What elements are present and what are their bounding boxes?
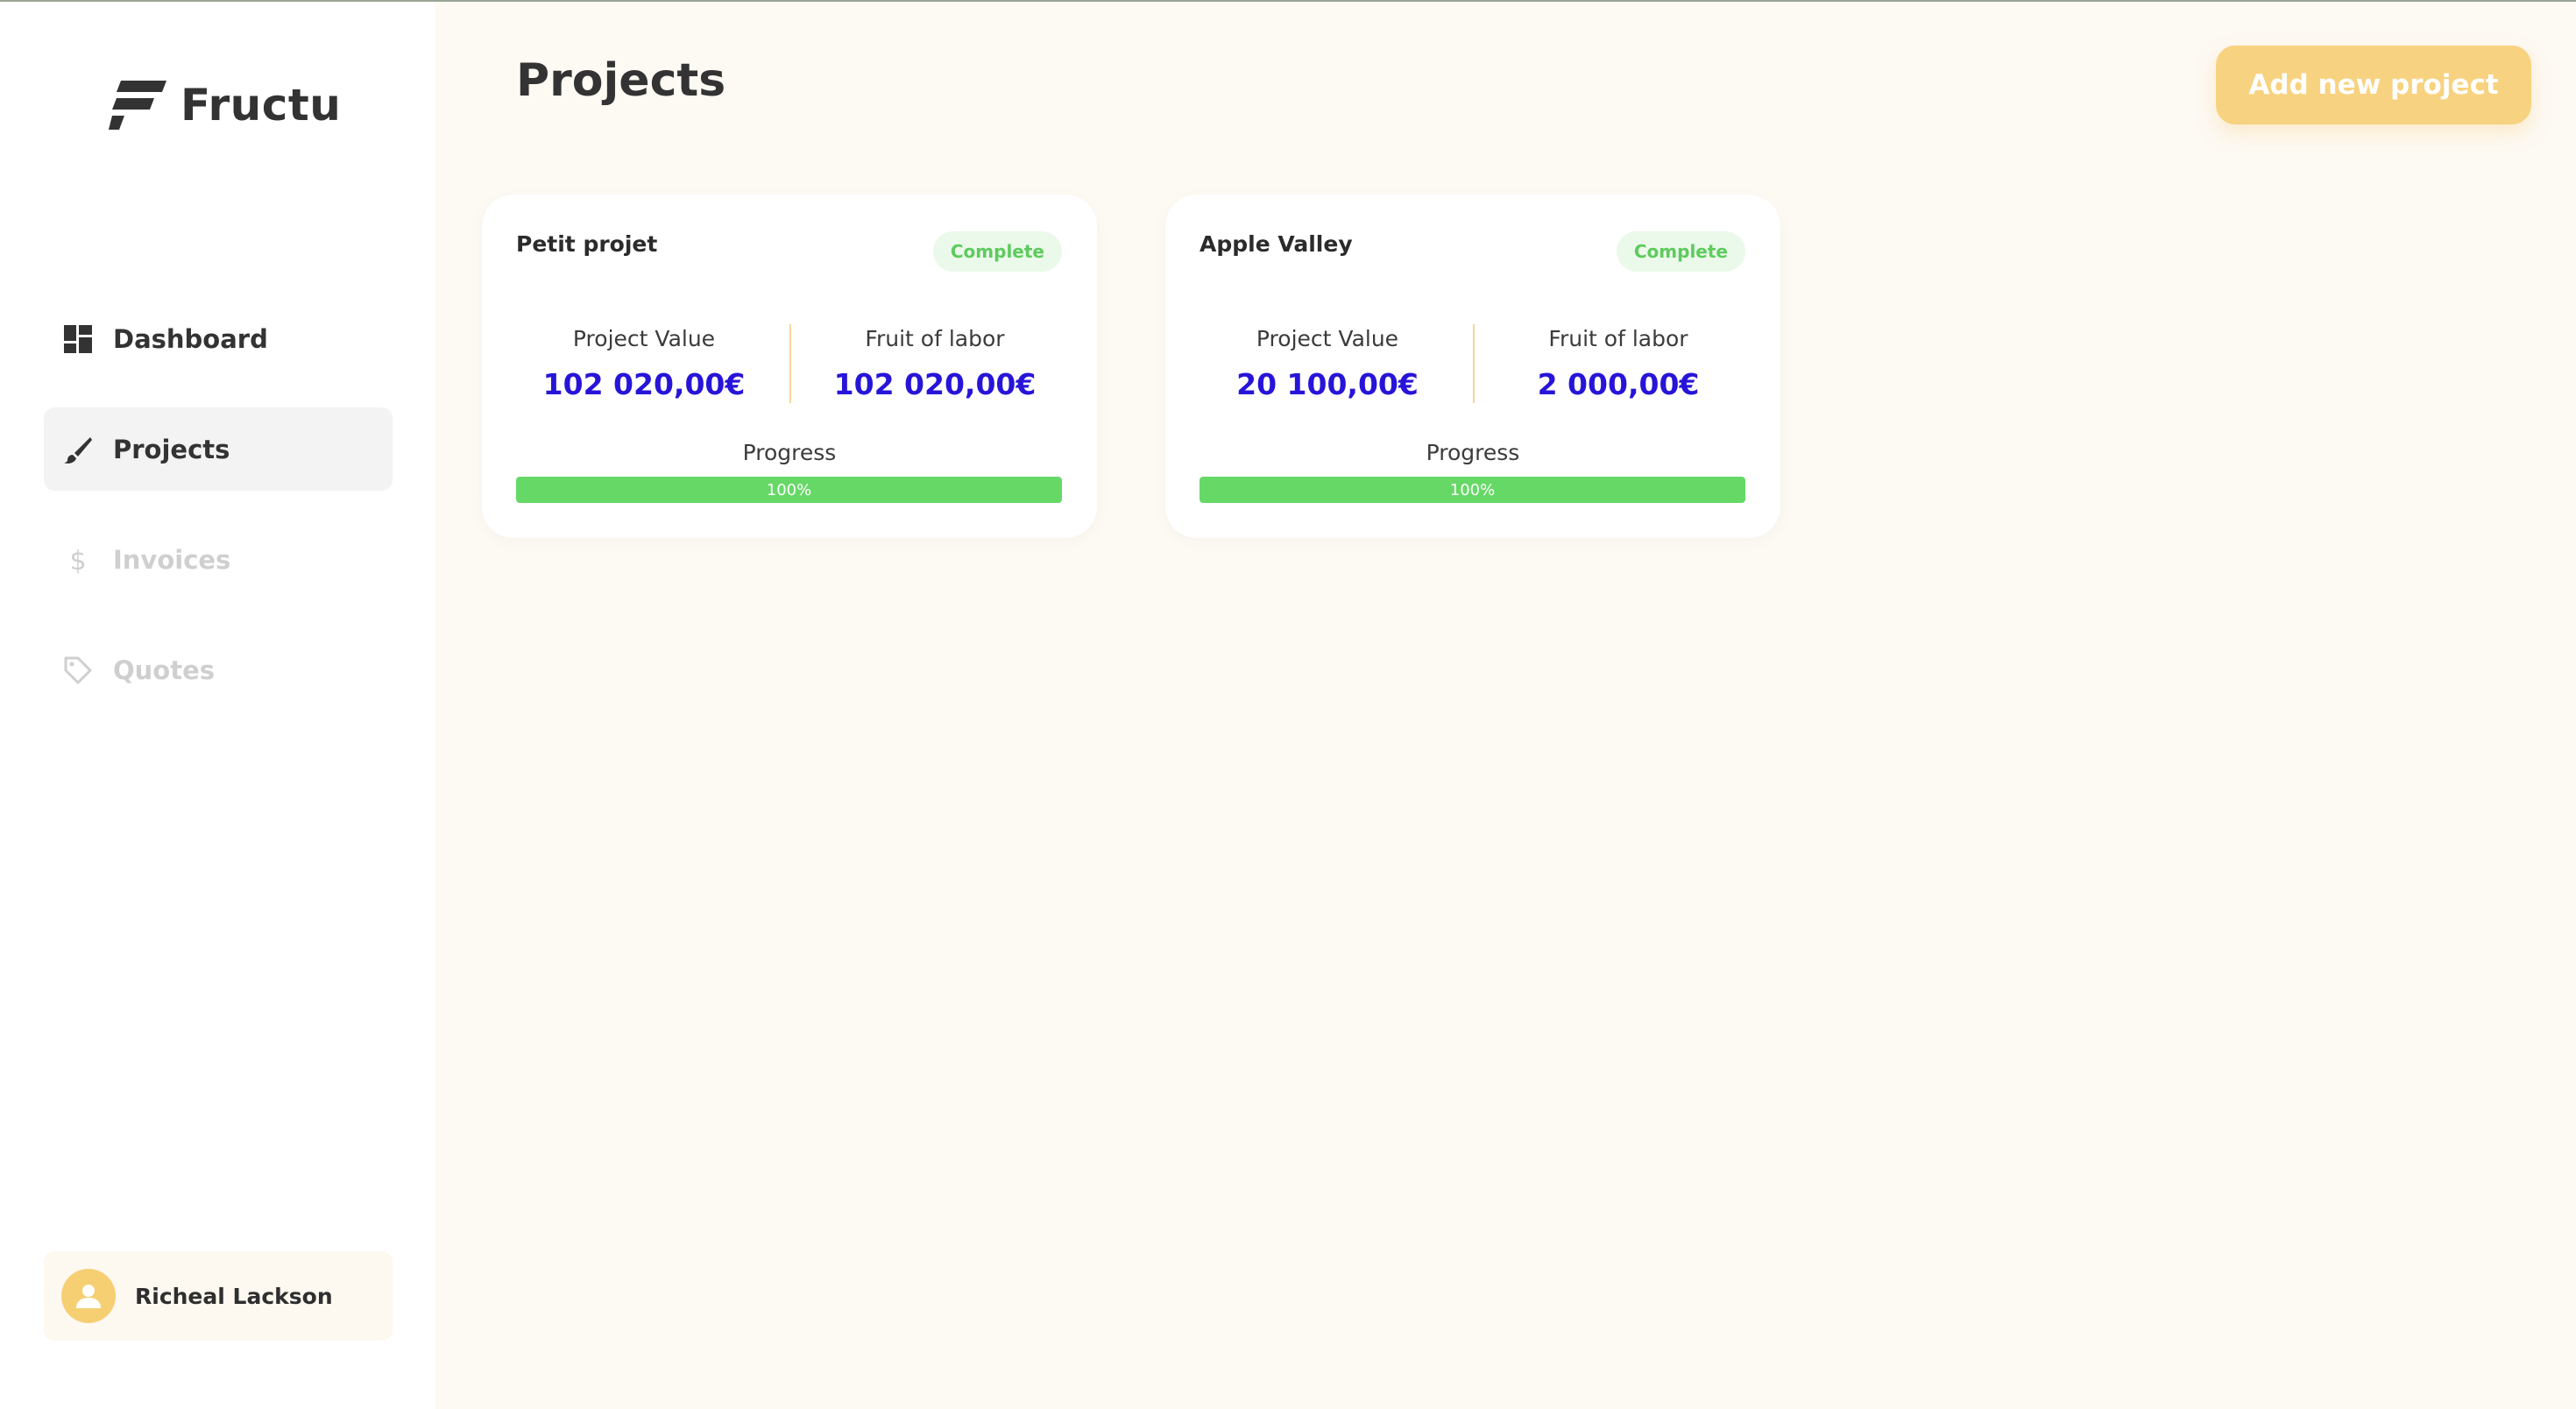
nav-item-invoices[interactable]: $ Invoices — [44, 518, 393, 601]
project-value-metric: Project Value 102 020,00€ — [499, 326, 789, 401]
fruit-of-labor-value: 2 000,00€ — [1537, 367, 1700, 401]
fruit-of-labor-label: Fruit of labor — [1548, 326, 1688, 351]
dollar-icon: $ — [63, 545, 93, 575]
fruit-of-labor-metric: Fruit of labor 2 000,00€ — [1474, 326, 1763, 401]
nav-label-invoices: Invoices — [113, 544, 231, 575]
project-card[interactable]: Apple Valley Complete Project Value 20 1… — [1165, 195, 1780, 538]
project-card[interactable]: Petit projet Complete Project Value 102 … — [482, 195, 1097, 538]
tag-icon — [63, 655, 93, 685]
nav-item-dashboard[interactable]: Dashboard — [44, 297, 393, 380]
progress-label: Progress — [742, 440, 837, 465]
progress-fill: 100% — [1200, 477, 1745, 503]
project-value-label: Project Value — [1256, 326, 1399, 351]
progress-label: Progress — [1426, 440, 1520, 465]
fruit-of-labor-label: Fruit of labor — [865, 326, 1005, 351]
sidebar: Fructu Dashboard Projects $ Invoices Quo… — [0, 2, 435, 1409]
nav-label-quotes: Quotes — [113, 655, 216, 685]
status-badge: Complete — [1616, 231, 1745, 272]
project-name: Petit projet — [516, 231, 658, 257]
fruit-of-labor-value: 102 020,00€ — [833, 367, 1037, 401]
fructu-logo-icon — [109, 81, 166, 130]
page-title: Projects — [516, 54, 726, 107]
nav-label-dashboard: Dashboard — [113, 323, 268, 354]
progress-fill: 100% — [516, 477, 1062, 503]
nav-item-projects[interactable]: Projects — [44, 407, 393, 491]
project-value-metric: Project Value 20 100,00€ — [1183, 326, 1472, 401]
status-badge: Complete — [932, 231, 1062, 272]
nav-item-quotes[interactable]: Quotes — [44, 628, 393, 712]
user-profile-card[interactable]: Richeal Lackson — [44, 1251, 393, 1341]
nav-label-projects: Projects — [113, 434, 230, 464]
project-value: 102 020,00€ — [542, 367, 746, 401]
svg-text:$: $ — [69, 546, 86, 575]
avatar — [61, 1269, 116, 1323]
project-value-label: Project Value — [572, 326, 716, 351]
app-name: Fructu — [180, 80, 342, 131]
progress-bar: 100% — [1200, 477, 1745, 503]
project-value: 20 100,00€ — [1236, 367, 1419, 401]
person-icon — [76, 1285, 101, 1308]
add-new-project-button[interactable]: Add new project — [2216, 46, 2531, 124]
main-navigation: Dashboard Projects $ Invoices Quotes — [44, 297, 393, 739]
progress-bar: 100% — [516, 477, 1062, 503]
progress-percent: 100% — [1449, 480, 1496, 499]
project-name: Apple Valley — [1200, 231, 1353, 257]
brush-icon — [63, 435, 93, 464]
fruit-of-labor-metric: Fruit of labor 102 020,00€ — [790, 326, 1079, 401]
progress-percent: 100% — [766, 480, 812, 499]
logo[interactable]: Fructu — [109, 80, 342, 131]
user-name: Richeal Lackson — [135, 1283, 333, 1309]
dashboard-icon — [63, 324, 93, 354]
